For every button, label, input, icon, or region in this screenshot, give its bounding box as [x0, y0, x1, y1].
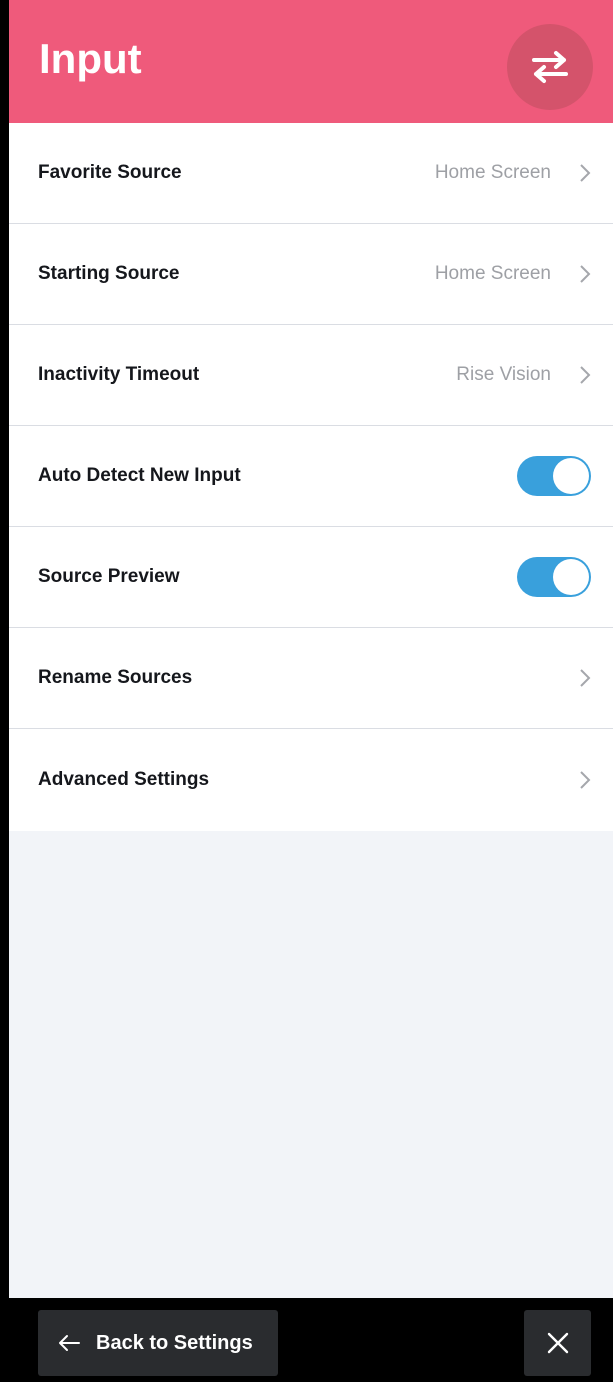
row-value: Rise Vision — [456, 364, 551, 385]
auto-detect-toggle[interactable] — [517, 456, 591, 496]
row-value: Home Screen — [434, 263, 551, 284]
row-value: Home Screen — [434, 162, 551, 183]
arrow-left-icon — [59, 1335, 80, 1351]
toggle-knob — [553, 458, 589, 494]
row-label: Auto Detect New Input — [38, 465, 241, 486]
swap-arrows-icon — [532, 51, 568, 83]
starting-source-row[interactable]: Starting Source Home Screen — [9, 224, 613, 325]
header: Input — [9, 0, 613, 123]
footer-bar: Back to Settings — [9, 1298, 613, 1382]
toggle-knob — [553, 559, 589, 595]
settings-list: Favorite Source Home Screen Starting Sou… — [9, 123, 613, 831]
chevron-right-icon — [580, 366, 591, 384]
auto-detect-new-input-row: Auto Detect New Input — [9, 426, 613, 527]
chevron-right-icon — [580, 265, 591, 283]
page-title: Input — [39, 35, 142, 82]
row-label: Favorite Source — [38, 162, 182, 183]
close-icon — [547, 1332, 568, 1354]
back-button-label: Back to Settings — [96, 1331, 253, 1354]
row-label: Starting Source — [38, 263, 180, 284]
rename-sources-row[interactable]: Rename Sources — [9, 628, 613, 729]
source-preview-row: Source Preview — [9, 527, 613, 628]
chevron-right-icon — [580, 164, 591, 182]
row-label: Inactivity Timeout — [38, 364, 200, 385]
close-button[interactable] — [524, 1310, 591, 1376]
back-to-settings-button[interactable]: Back to Settings — [38, 1310, 278, 1376]
row-label: Advanced Settings — [38, 769, 210, 790]
chevron-right-icon — [580, 771, 591, 789]
advanced-settings-row[interactable]: Advanced Settings — [9, 729, 613, 831]
row-label: Rename Sources — [38, 667, 193, 688]
row-label: Source Preview — [38, 566, 180, 587]
input-switch-button[interactable] — [507, 24, 593, 110]
chevron-right-icon — [580, 669, 591, 687]
inactivity-timeout-row[interactable]: Inactivity Timeout Rise Vision — [9, 325, 613, 426]
input-settings-panel: Input Favorite Source Home Screen Starti… — [9, 0, 613, 1298]
favorite-source-row[interactable]: Favorite Source Home Screen — [9, 123, 613, 224]
source-preview-toggle[interactable] — [517, 557, 591, 597]
